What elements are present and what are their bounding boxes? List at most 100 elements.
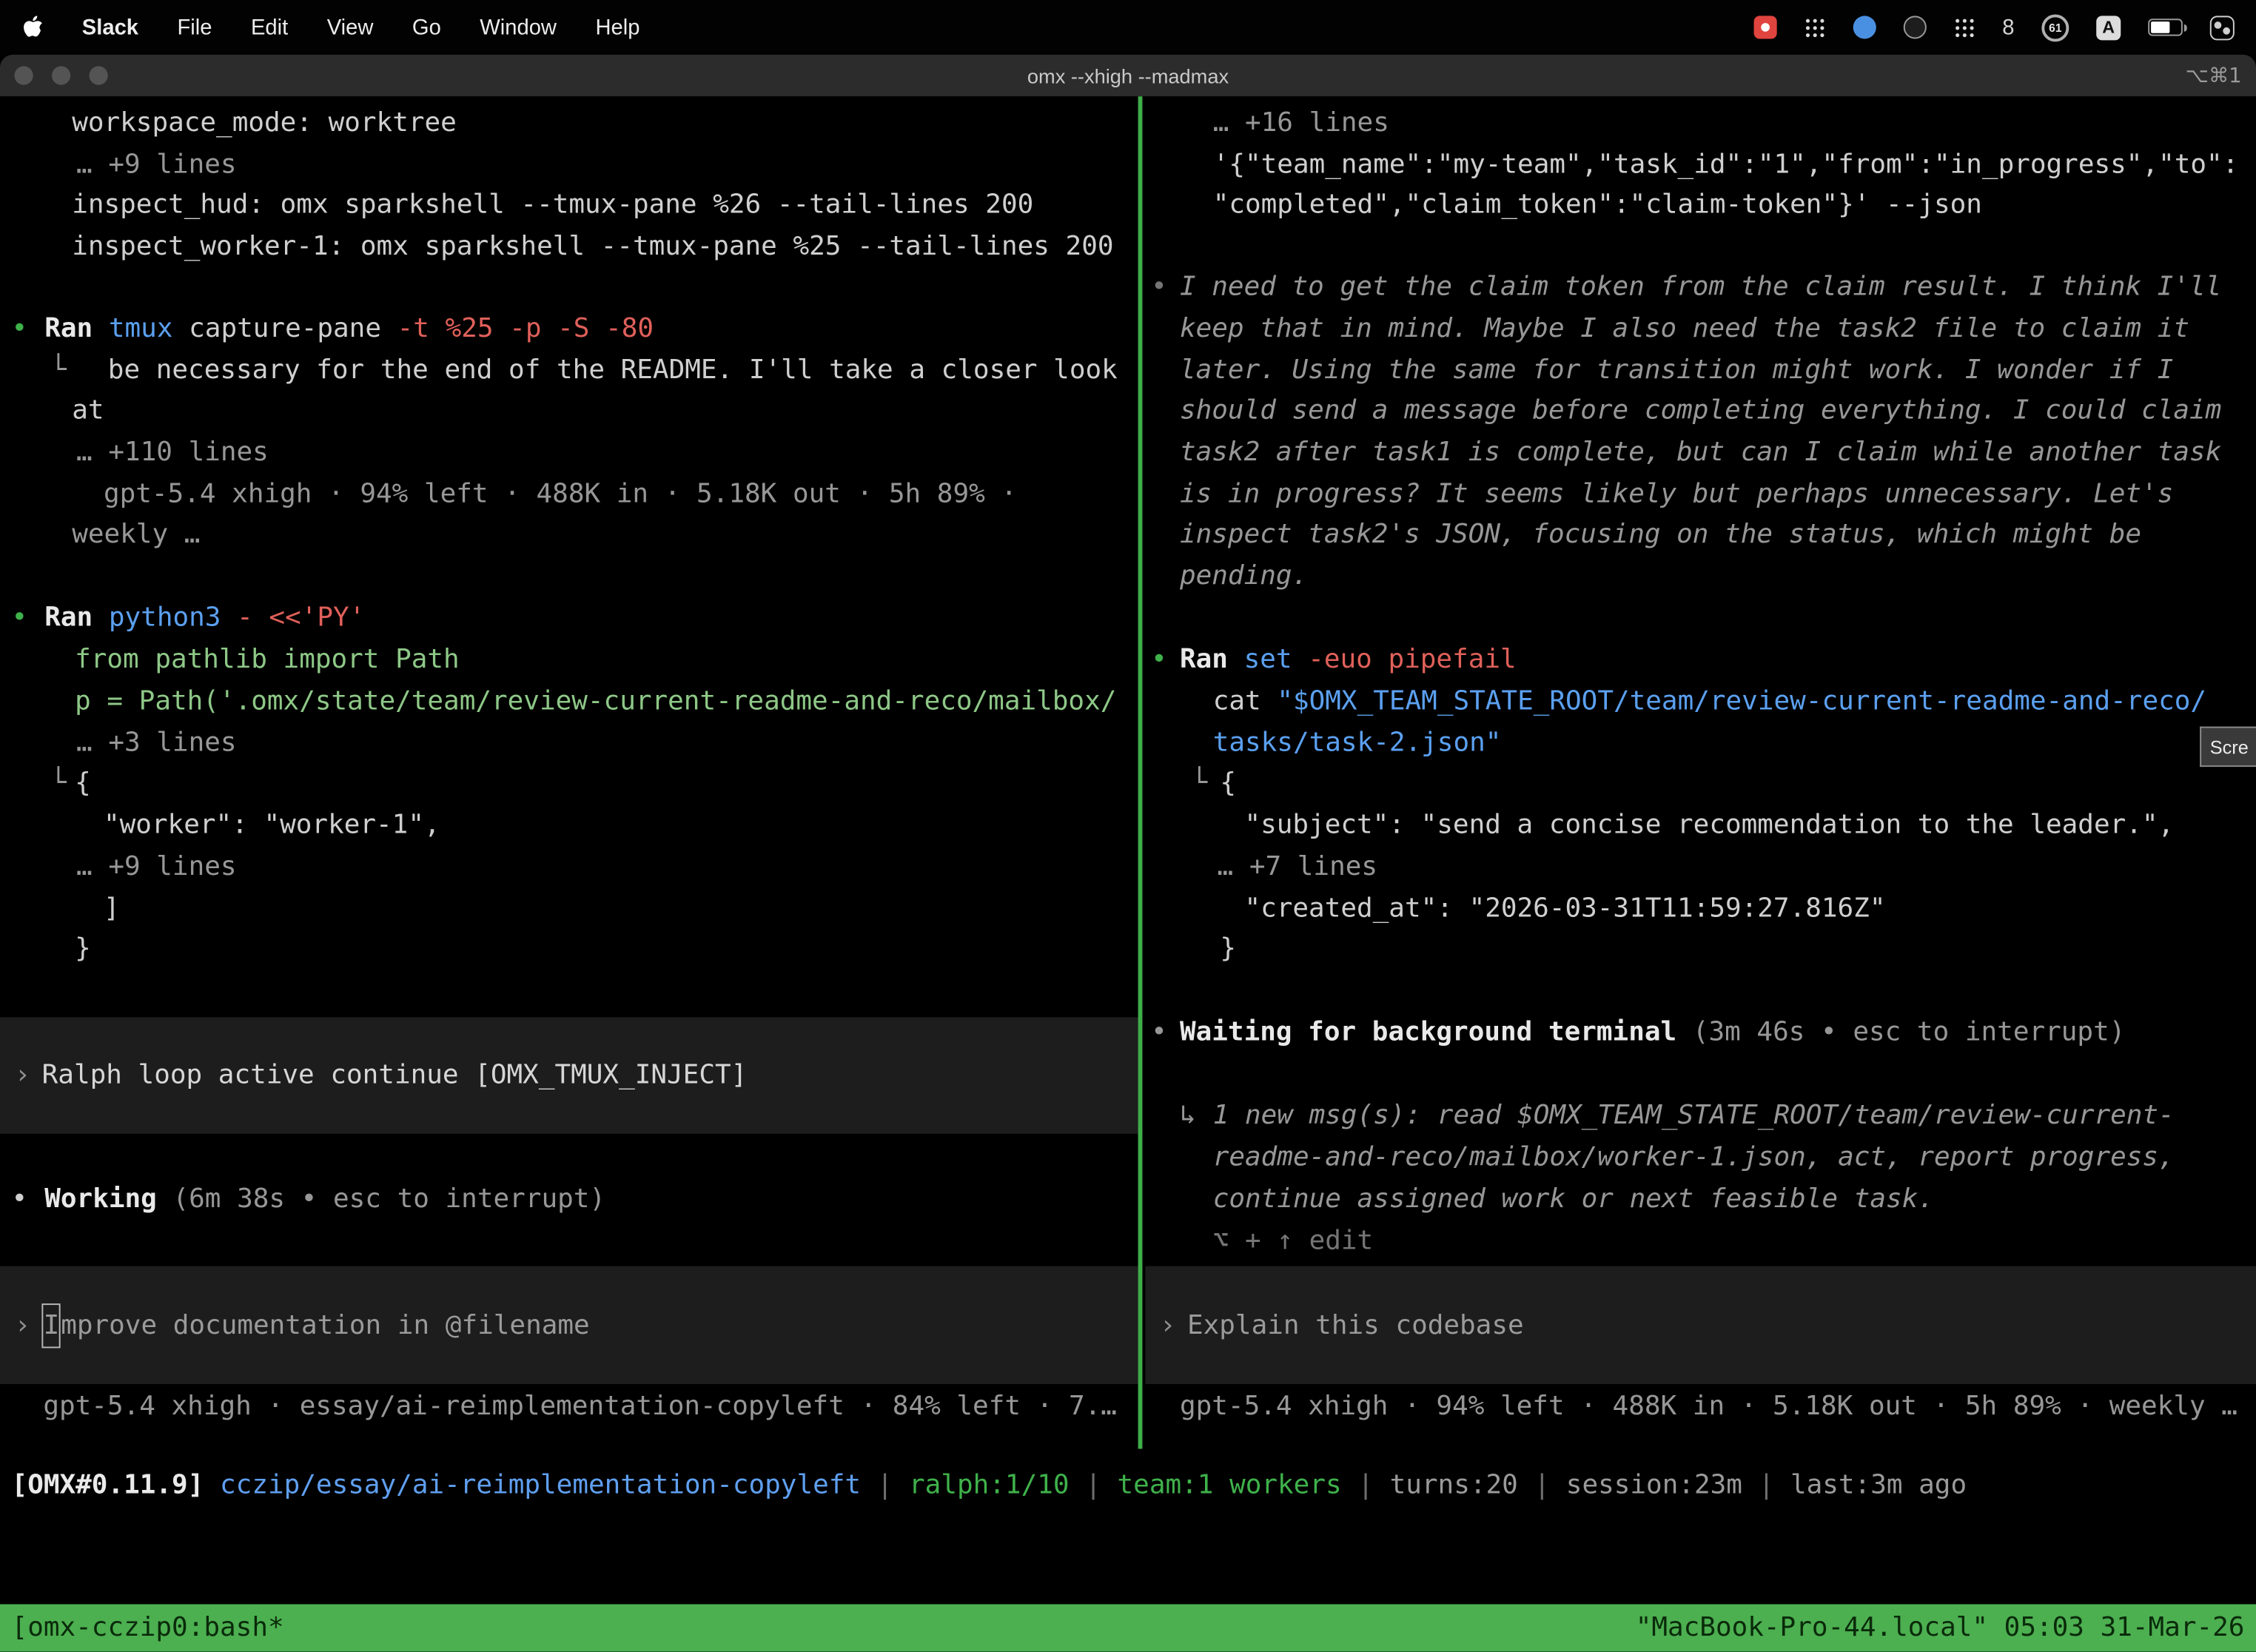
omx-team: team:1 workers bbox=[1118, 1471, 1342, 1501]
control-center-icon[interactable] bbox=[2210, 15, 2235, 39]
keypad-icon[interactable] bbox=[1804, 16, 1825, 38]
apple-menu-icon[interactable] bbox=[21, 14, 43, 40]
battery-gauge-icon[interactable]: 61 bbox=[2041, 13, 2069, 41]
collapsed-lines-indicator: … +7 lines bbox=[1218, 846, 1378, 887]
prompt-input[interactable]: › Explain this codebase bbox=[1145, 1266, 2256, 1384]
command-name: set bbox=[1228, 645, 1292, 675]
mailbox-message-line: readme-and-reco/mailbox/worker-1.json, a… bbox=[1213, 1137, 2175, 1178]
command-output-line: } bbox=[1220, 928, 1236, 970]
command-name: python3 bbox=[93, 602, 221, 633]
window-title: omx --xhigh --madmax bbox=[0, 64, 2256, 87]
waiting-label: Waiting for background terminal bbox=[1180, 1017, 1676, 1047]
edit-hint: ⌥ + ↑ edit bbox=[1213, 1220, 1374, 1261]
command-output-line: } bbox=[75, 928, 91, 970]
command-sub: capture-pane bbox=[173, 314, 381, 344]
prompt-placeholder: Explain this codebase bbox=[1187, 1304, 1524, 1346]
pane-divider[interactable] bbox=[1138, 96, 1143, 1448]
menu-window[interactable]: Window bbox=[480, 15, 557, 39]
menu-file[interactable]: File bbox=[177, 15, 212, 39]
command-name: tmux bbox=[93, 314, 172, 344]
tmux-status-bar: [omx-cczip0:bash* "MacBook-Pro-44.local"… bbox=[0, 1605, 2256, 1652]
mailbox-message-line: continue assigned work or next feasible … bbox=[1213, 1178, 1934, 1220]
omx-ralph: ralph:1/10 bbox=[909, 1471, 1070, 1501]
file-path: "$OMX_TEAM_STATE_ROOT/team/review-curren… bbox=[1277, 686, 2206, 716]
ran-command-line: Ran tmux capture-pane -t %25 -p -S -80 bbox=[44, 308, 654, 349]
app-icon-blue[interactable] bbox=[1853, 16, 1876, 38]
command-output-line: at bbox=[72, 390, 104, 432]
menu-view[interactable]: View bbox=[327, 15, 374, 39]
notification-sliver[interactable]: Scre bbox=[2200, 727, 2256, 767]
minimize-button[interactable] bbox=[52, 66, 70, 84]
inject-banner-text: Ralph loop active continue [OMX_TMUX_INJ… bbox=[42, 1055, 748, 1096]
ran-command-line: Ran set -euo pipefail bbox=[1180, 639, 1517, 680]
command-output-line: "created_at": "2026-03-31T11:59:27.816Z" bbox=[1244, 887, 1885, 929]
chevron-icon: › bbox=[1160, 1304, 1176, 1346]
bullet-icon: • bbox=[1151, 639, 1167, 680]
prompt-placeholder: Improve documentation in @filename bbox=[42, 1303, 590, 1347]
tmux-session-window: [omx-cczip0:bash* bbox=[12, 1614, 284, 1644]
thinking-line: should send a message before completing … bbox=[1180, 390, 2221, 432]
ran-command-line: Ran python3 - <<'PY' bbox=[44, 597, 365, 639]
bullet-icon: • bbox=[12, 308, 28, 349]
working-detail: (6m 38s • esc to interrupt) bbox=[157, 1184, 605, 1215]
code-line: p = Path('.omx/state/team/review-current… bbox=[75, 680, 1116, 722]
app-icon-dark[interactable] bbox=[1903, 16, 1926, 38]
terminal-line: inspect_worker-1: omx sparkshell --tmux-… bbox=[72, 226, 1113, 267]
tmux-host-clock: "MacBook-Pro-44.local" 05:03 31-Mar-26 bbox=[1636, 1614, 2245, 1644]
collapsed-lines-indicator: … +9 lines bbox=[76, 144, 237, 185]
menu-help[interactable]: Help bbox=[595, 15, 639, 39]
omx-session: session:23m bbox=[1566, 1471, 1742, 1501]
pane-statusline: gpt-5.4 xhigh · 94% left · 488K in · 5.1… bbox=[1180, 1386, 2237, 1427]
right-pane[interactable]: … +16 lines '{"team_name":"my-team","tas… bbox=[1145, 96, 2256, 1448]
figure-eight-icon[interactable]: 8 bbox=[2002, 15, 2014, 39]
omx-version: [OMX#0.11.9] bbox=[12, 1471, 204, 1501]
close-button[interactable] bbox=[14, 66, 33, 84]
thinking-line: pending. bbox=[1180, 555, 1308, 597]
screen-recording-indicator-icon[interactable] bbox=[1753, 16, 1776, 38]
code-line: from pathlib import Path bbox=[75, 639, 460, 680]
elbow-icon: └ bbox=[50, 349, 67, 391]
collapsed-lines-indicator: … +9 lines bbox=[76, 846, 237, 887]
battery-icon[interactable] bbox=[2148, 19, 2183, 36]
command-output-line: { bbox=[1220, 762, 1236, 804]
elbow-icon: └ bbox=[1192, 762, 1208, 804]
menu-bar: Slack File Edit View Go Window Help 8 61… bbox=[0, 0, 2256, 55]
working-label: Working bbox=[44, 1184, 157, 1215]
command-output-line: { bbox=[75, 762, 91, 804]
thinking-line: task2 after task1 is complete, but can I… bbox=[1180, 432, 2221, 473]
command-output-line: "subject": "send a concise recommendatio… bbox=[1244, 805, 2174, 846]
terminal-line: inspect_hud: omx sparkshell --tmux-pane … bbox=[72, 184, 1033, 226]
app-menu-slack[interactable]: Slack bbox=[82, 15, 138, 39]
ran-label: Ran bbox=[44, 314, 93, 344]
screen: Slack File Edit View Go Window Help 8 61… bbox=[0, 0, 2256, 1652]
ran-label: Ran bbox=[44, 602, 93, 633]
input-source-icon[interactable]: A bbox=[2096, 15, 2121, 39]
notification-text: Scre bbox=[2210, 736, 2249, 757]
collapsed-lines-indicator: … +16 lines bbox=[1213, 102, 1389, 144]
bullet-icon: • bbox=[12, 1178, 28, 1220]
zoom-button[interactable] bbox=[90, 66, 108, 84]
text-cursor: I bbox=[42, 1303, 61, 1347]
left-pane[interactable]: workspace_mode: worktree … +9 lines insp… bbox=[0, 96, 1138, 1448]
waiting-detail: (3m 46s • esc to interrupt) bbox=[1676, 1017, 2125, 1047]
mailbox-message-line: 1 new msg(s): read $OMX_TEAM_STATE_ROOT/… bbox=[1213, 1095, 2175, 1136]
terminal-content: workspace_mode: worktree … +9 lines insp… bbox=[0, 96, 2256, 1604]
launchpad-dots-icon[interactable] bbox=[1953, 16, 1975, 38]
working-status-line: Working (6m 38s • esc to interrupt) bbox=[44, 1178, 605, 1220]
window-hotkey-label: ⌥⌘1 bbox=[2186, 64, 2242, 87]
menu-go[interactable]: Go bbox=[412, 15, 441, 39]
thinking-line: is in progress? It seems likely but perh… bbox=[1180, 474, 2173, 515]
omx-status-line: [OMX#0.11.9] cczip/essay/ai-reimplementa… bbox=[12, 1471, 1967, 1501]
inject-banner[interactable]: › Ralph loop active continue [OMX_TMUX_I… bbox=[0, 1017, 1138, 1133]
terminal-line: workspace_mode: worktree bbox=[72, 102, 457, 144]
chevron-icon: › bbox=[14, 1304, 30, 1346]
bullet-icon: • bbox=[1151, 1012, 1167, 1053]
prompt-input[interactable]: › Improve documentation in @filename bbox=[0, 1266, 1138, 1384]
cat-command: cat bbox=[1213, 686, 1278, 716]
command-output-line: "worker": "worker-1", bbox=[104, 805, 440, 846]
command-line: cat "$OMX_TEAM_STATE_ROOT/team/review-cu… bbox=[1213, 680, 2206, 722]
thinking-line: I need to get the claim token from the c… bbox=[1180, 266, 2221, 308]
menu-edit[interactable]: Edit bbox=[251, 15, 288, 39]
window-titlebar: omx --xhigh --madmax ⌥⌘1 bbox=[0, 55, 2256, 96]
command-output-line: be necessary for the end of the README. … bbox=[108, 349, 1118, 391]
